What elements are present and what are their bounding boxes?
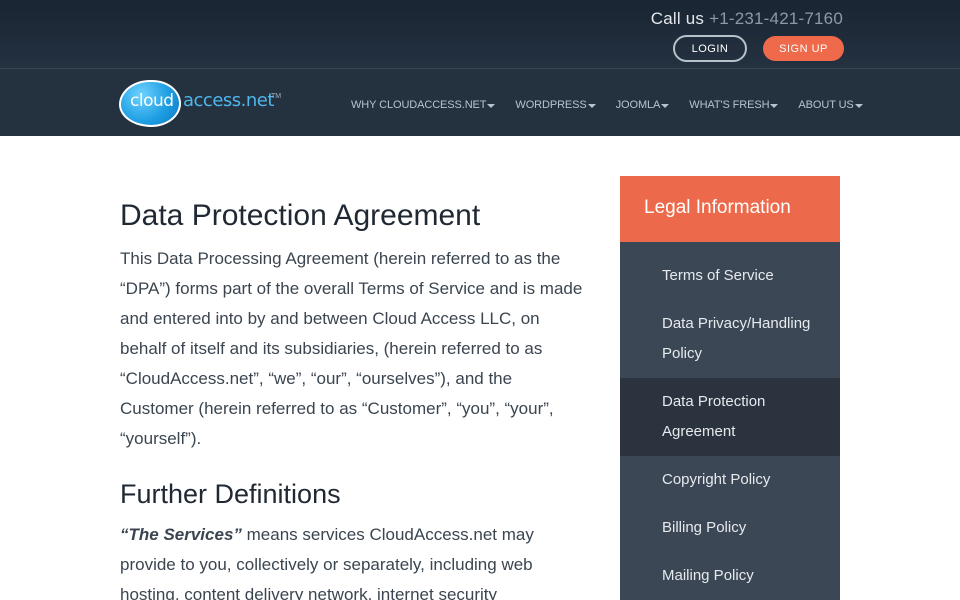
nav-item-why-cloudaccess[interactable]: WHY CLOUDACCESS.NET [351,99,496,111]
call-us-label: Call us [650,9,705,28]
nav-item-whats-fresh[interactable]: WHAT'S FRESH [689,99,779,111]
caret-down-icon [661,103,670,108]
site-logo[interactable]: cloud access.net TM [119,80,284,128]
sidebar-item-terms-of-service[interactable]: Terms of Service [620,252,840,300]
logo-access-text: access.net [183,90,274,111]
sidebar-item-billing-policy[interactable]: Billing Policy [620,504,840,552]
definition-term: “The Services” [120,525,242,544]
main-content: Data Protection Agreement This Data Proc… [120,196,590,600]
caret-down-icon [587,103,596,108]
caret-down-icon [770,103,779,108]
top-bar: Call us +1-231-421-7160 LOGIN SIGN UP [0,0,960,68]
signup-button[interactable]: SIGN UP [763,36,844,61]
login-button[interactable]: LOGIN [673,35,747,62]
call-us-text: Call us +1-231-421-7160 [651,9,843,29]
nav-item-label: WHY CLOUDACCESS.NET [351,99,487,111]
caret-down-icon [487,103,496,108]
primary-nav: WHY CLOUDACCESS.NET WORDPRESS JOOMLA WHA… [351,99,863,111]
logo-cloud-text: cloud [130,91,174,111]
section-title: Further Definitions [120,479,341,509]
sidebar-item-copyright-policy[interactable]: Copyright Policy [620,456,840,504]
main-nav-bar: cloud access.net TM WHY CLOUDACCESS.NET … [0,68,960,136]
sidebar-item-mailing-policy[interactable]: Mailing Policy [620,552,840,600]
legal-sidebar: Legal Information Terms of Service Data … [620,176,840,600]
page-title: Data Protection Agreement [120,199,481,232]
logo-trademark: TM [271,93,282,100]
nav-item-joomla[interactable]: JOOMLA [616,99,670,111]
nav-item-label: WHAT'S FRESH [689,99,770,111]
sidebar-title: Legal Information [620,176,840,242]
nav-item-wordpress[interactable]: WORDPRESS [515,99,596,111]
nav-item-label: WORDPRESS [515,99,587,111]
definition-paragraph: “The Services” means services CloudAcces… [120,520,590,600]
phone-number[interactable]: +1-231-421-7160 [709,9,843,28]
intro-paragraph: This Data Processing Agreement (herein r… [120,249,583,448]
sidebar-item-data-privacy[interactable]: Data Privacy/Handling Policy [620,300,840,378]
caret-down-icon [854,103,863,108]
nav-item-label: ABOUT US [798,99,854,111]
sidebar-list: Terms of Service Data Privacy/Handling P… [620,242,840,600]
sidebar-item-data-protection[interactable]: Data Protection Agreement [620,378,840,456]
nav-item-label: JOOMLA [615,99,661,111]
nav-item-about-us[interactable]: ABOUT US [798,99,863,111]
